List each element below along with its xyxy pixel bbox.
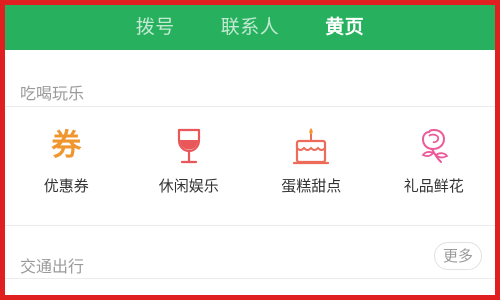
grid-item-leisure[interactable]: 休闲娱乐 (128, 125, 251, 205)
coupon-glyph: 券 (51, 128, 82, 163)
grid-item-gifts-flowers[interactable]: 礼品鲜花 (373, 125, 496, 205)
grid-item-coupons[interactable]: 券 优惠券 (5, 125, 128, 205)
rose-icon (413, 125, 455, 167)
grid-item-label: 礼品鲜花 (403, 177, 464, 195)
more-button[interactable]: 更多 (434, 242, 482, 270)
section-divider (5, 225, 495, 226)
grid-item-cake[interactable]: 蛋糕甜点 (250, 125, 373, 205)
grid-item-label: 优惠券 (43, 177, 89, 195)
grid-item-label: 蛋糕甜点 (281, 177, 342, 195)
section-title-food-fun: 吃喝玩乐 (20, 84, 85, 103)
tab-yellow-pages[interactable]: 黄页 (325, 5, 364, 50)
wine-glass-icon (168, 125, 210, 167)
food-fun-grid: 券 优惠券 休闲娱乐 蛋糕甜点 礼品鲜花 (5, 125, 495, 205)
section-title-transport: 交通出行 (20, 257, 85, 276)
top-tab-bar: 拨号 联系人 黄页 (5, 5, 495, 50)
section-divider (5, 106, 495, 107)
section-divider (5, 278, 495, 279)
tab-dialer[interactable]: 拨号 (136, 5, 175, 50)
grid-item-label: 休闲娱乐 (158, 177, 219, 195)
cake-icon (290, 125, 332, 167)
coupon-icon: 券 (45, 125, 87, 167)
tab-contacts[interactable]: 联系人 (221, 5, 280, 50)
